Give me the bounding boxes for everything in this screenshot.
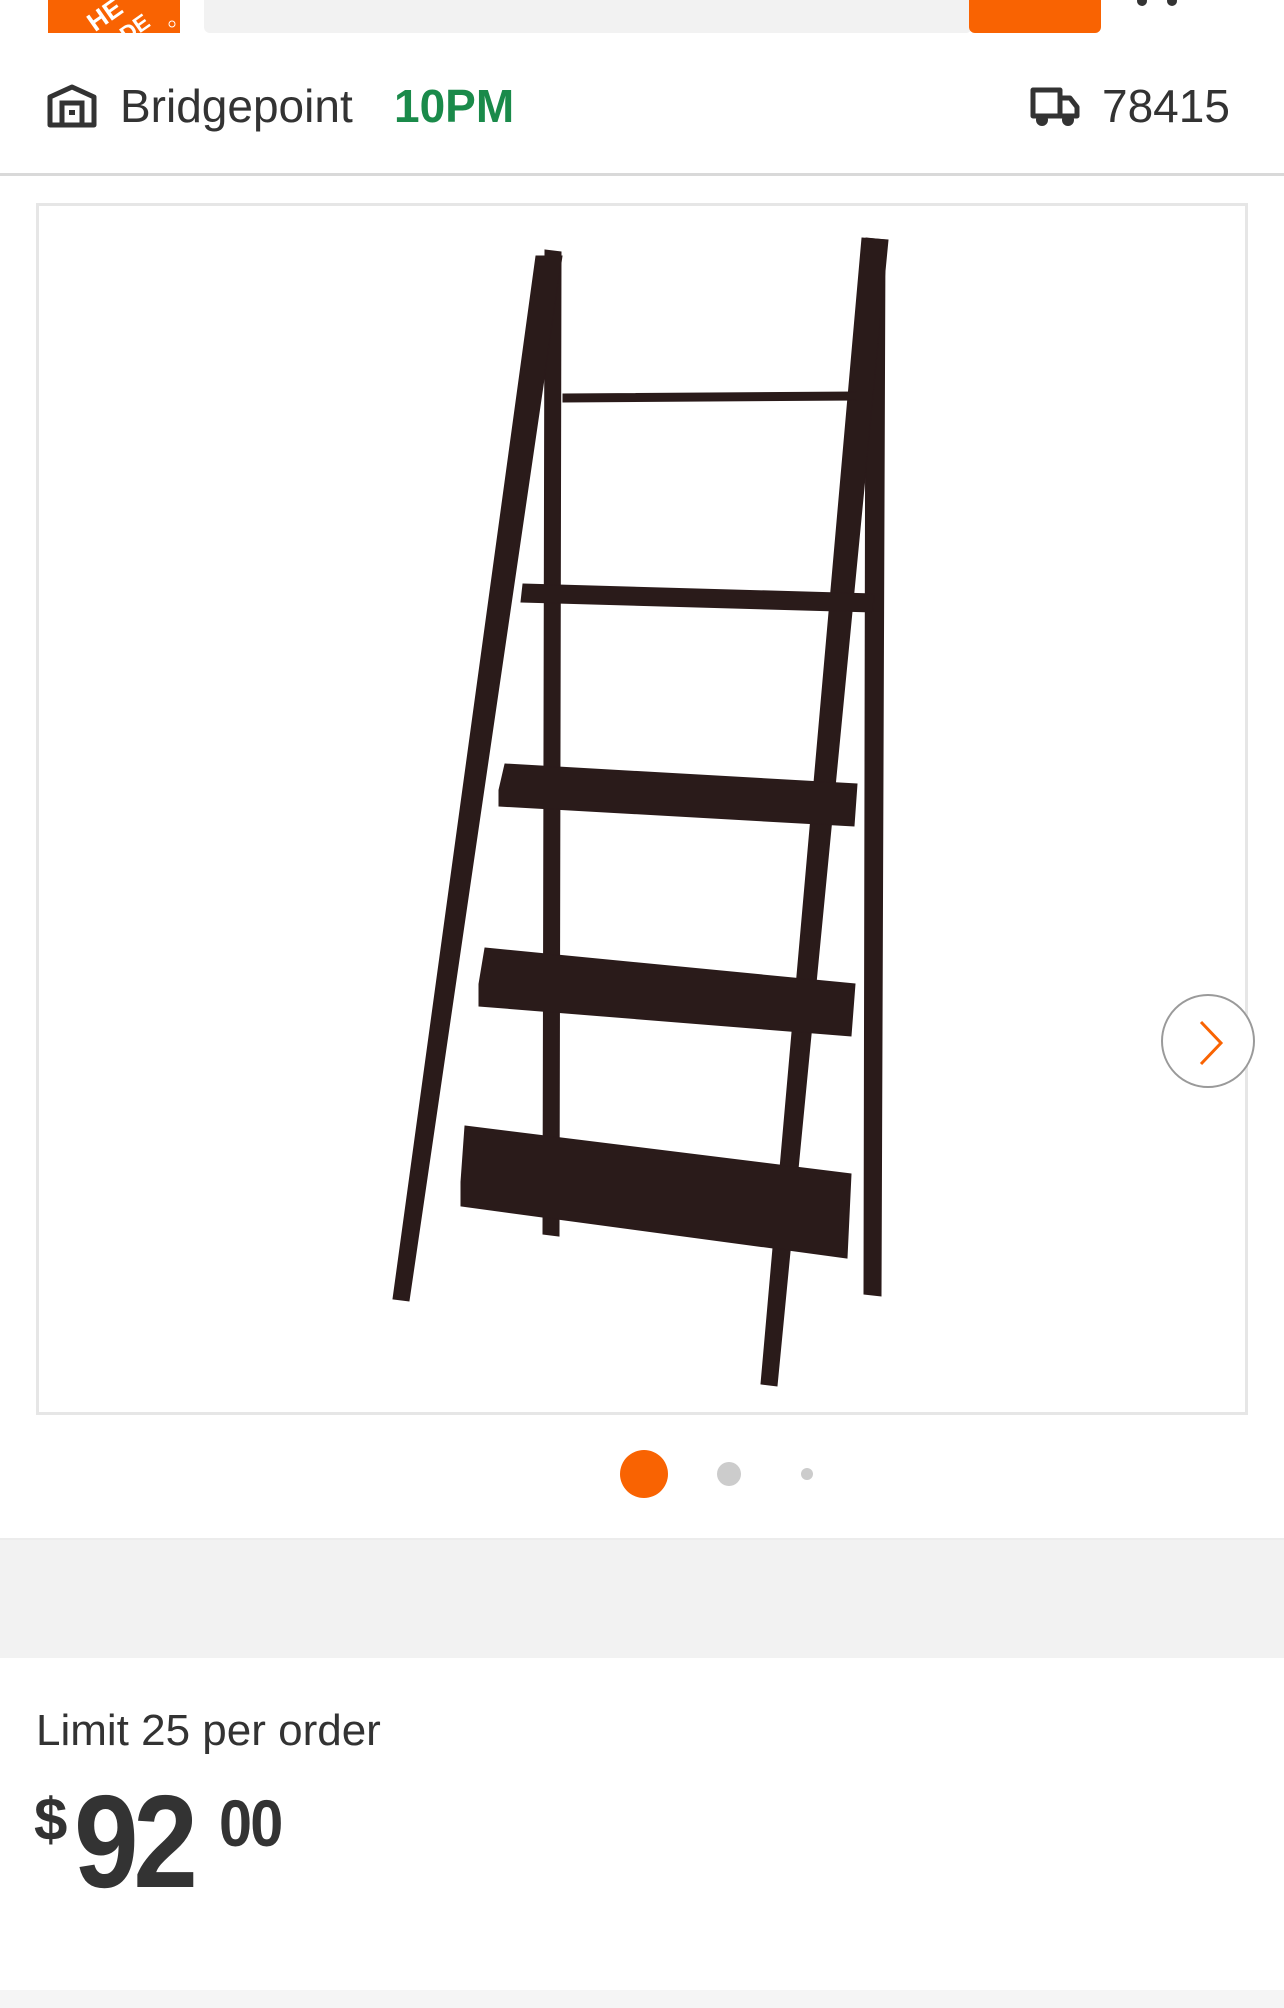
price-currency: $ xyxy=(34,1786,67,1853)
next-image-button[interactable] xyxy=(1161,994,1255,1088)
store-hours: 10PM xyxy=(394,80,515,132)
store-icon[interactable] xyxy=(46,83,98,129)
price-cents: 00 xyxy=(219,1786,283,1860)
search-input[interactable] xyxy=(204,0,972,33)
carousel-dots xyxy=(0,1448,1284,1500)
carousel-dot[interactable] xyxy=(801,1468,813,1480)
product-page: HE DE Bridgepoint 10PM 78415 Limit 25 pe… xyxy=(0,0,1284,2008)
carousel-dot[interactable] xyxy=(717,1462,741,1486)
home-depot-logo[interactable]: HE DE xyxy=(48,0,180,33)
top-header: HE DE xyxy=(0,0,1284,50)
truck-icon[interactable] xyxy=(1030,84,1080,128)
price-dollars: 92 xyxy=(74,1768,198,1915)
carousel-dot-active[interactable] xyxy=(620,1450,668,1498)
section-separator xyxy=(0,1540,1284,1658)
store-delivery-bar: Bridgepoint 10PM 78415 xyxy=(0,50,1284,176)
bottom-edge xyxy=(0,1990,1284,2008)
cart-icon[interactable] xyxy=(1132,0,1192,6)
ladder-bookshelf-image[interactable] xyxy=(39,206,1245,1412)
store-name[interactable]: Bridgepoint xyxy=(120,78,353,134)
search-button[interactable] xyxy=(969,0,1101,33)
product-image-frame xyxy=(36,203,1255,1415)
delivery-zip-code[interactable]: 78415 xyxy=(1102,78,1230,134)
order-limit-text: Limit 25 per order xyxy=(36,1706,381,1755)
chevron-right-icon xyxy=(1199,1020,1224,1066)
